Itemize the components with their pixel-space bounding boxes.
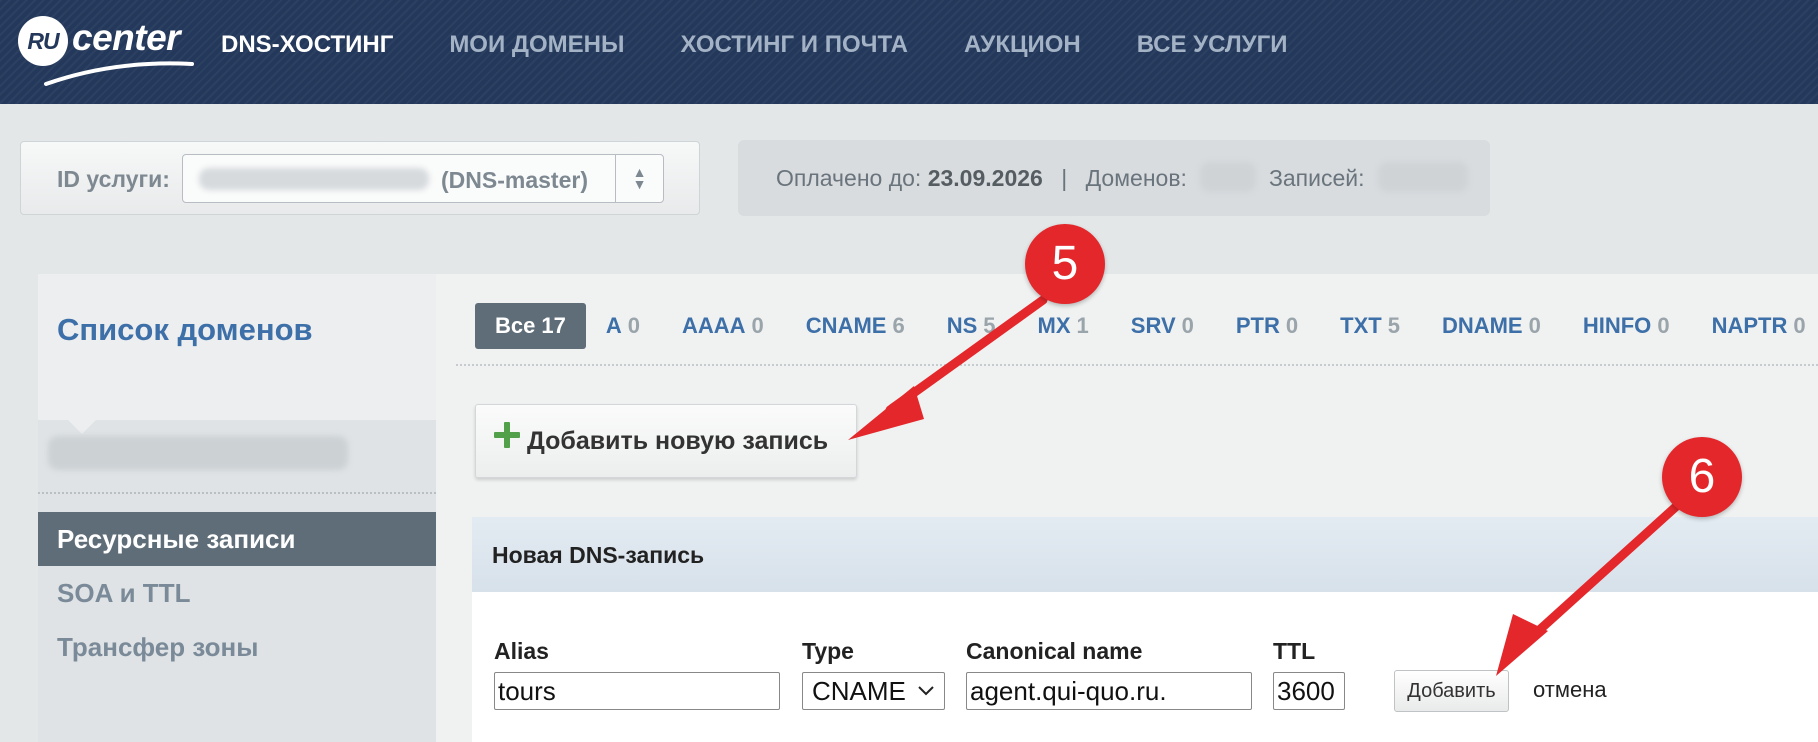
cancel-link[interactable]: отмена bbox=[1533, 677, 1607, 703]
redacted-records-count bbox=[1378, 162, 1468, 192]
domain-list-link[interactable]: Список доменов bbox=[57, 312, 313, 348]
filter-count: 0 bbox=[1528, 313, 1541, 338]
select-updown-icon: ▲ ▼ bbox=[615, 155, 663, 202]
filter-label: SRV bbox=[1130, 313, 1176, 338]
main-nav: DNS-ХОСТИНГ МОИ ДОМЕНЫ ХОСТИНГ И ПОЧТА А… bbox=[221, 0, 1343, 90]
redacted-service-id bbox=[199, 168, 429, 190]
service-info-panel: Оплачено до: 23.09.2026 | Доменов: Запис… bbox=[738, 140, 1490, 216]
filter-count: 0 bbox=[627, 313, 640, 338]
info-separator: | bbox=[1061, 165, 1068, 191]
filter-divider bbox=[456, 364, 1818, 366]
filter-label: MX bbox=[1037, 313, 1071, 338]
service-id-panel: ID услуги: (DNS-master) ▲ ▼ bbox=[20, 141, 700, 215]
type-select[interactable]: CNAME bbox=[802, 672, 945, 710]
service-info-text: Оплачено до: 23.09.2026 | Доменов: bbox=[776, 165, 1187, 192]
logo-center-text: center bbox=[72, 17, 181, 58]
filter-aaaa[interactable]: AAAA 0 bbox=[682, 313, 764, 339]
canonical-name-label: Canonical name bbox=[966, 638, 1143, 664]
logo-swoosh-icon bbox=[44, 61, 194, 86]
sidebar-divider bbox=[38, 492, 436, 494]
filter-count: 0 bbox=[751, 313, 764, 338]
canonical-name-input[interactable]: agent.qui-quo.ru. bbox=[966, 672, 1252, 710]
filter-label: HINFO bbox=[1582, 313, 1652, 338]
ru-center-logo[interactable]: RU center bbox=[18, 12, 196, 86]
filter-label: A bbox=[605, 313, 622, 338]
step-5-badge: 5 bbox=[1025, 224, 1105, 304]
records-count-text: Записей: bbox=[1269, 165, 1365, 192]
new-record-title: Новая DNS-запись bbox=[492, 542, 705, 568]
filter-count: 0 bbox=[1181, 313, 1194, 338]
filter-label: TXT bbox=[1340, 313, 1382, 338]
filter-count: 6 bbox=[892, 313, 905, 338]
filter-ptr[interactable]: PTR 0 bbox=[1236, 313, 1298, 339]
filter-srv[interactable]: SRV 0 bbox=[1131, 313, 1194, 339]
records-main-panel: Все 17 A0 AAAA 0 CNAME 6 NS 5 MX 1 SRV 0 PTR 0 … bbox=[436, 274, 1818, 742]
sidebar-pointer bbox=[68, 420, 96, 434]
alias-label: Alias bbox=[494, 638, 549, 664]
filter-count: 5 bbox=[983, 313, 996, 338]
filter-ns[interactable]: NS 5 bbox=[947, 313, 996, 339]
filter-label: NS bbox=[946, 313, 978, 338]
add-record-submit-button[interactable]: Добавить bbox=[1394, 670, 1509, 712]
nav-auction[interactable]: АУКЦИОН bbox=[964, 31, 1081, 59]
filter-count: 17 bbox=[541, 313, 566, 338]
filter-txt[interactable]: TXT 5 bbox=[1340, 313, 1400, 339]
filter-label: CNAME bbox=[805, 313, 887, 338]
service-id-label: ID услуги: bbox=[57, 166, 170, 192]
filter-cname[interactable]: CNAME 6 bbox=[806, 313, 905, 339]
new-record-header: Новая DNS-запись bbox=[472, 517, 1818, 592]
nav-dns-hosting[interactable]: DNS-ХОСТИНГ bbox=[221, 31, 393, 59]
record-type-filter-bar: Все 17 A0 AAAA 0 CNAME 6 NS 5 MX 1 SRV 0 PTR 0 … bbox=[475, 303, 1818, 349]
filter-naptr[interactable]: NAPTR 0 bbox=[1712, 313, 1806, 339]
filter-label: NAPTR bbox=[1711, 313, 1788, 338]
add-new-record-button[interactable]: Добавить новую запись bbox=[475, 404, 857, 478]
top-navigation-bar: RU center DNS-ХОСТИНГ МОИ ДОМЕНЫ ХОСТИНГ… bbox=[0, 0, 1818, 104]
ttl-input[interactable]: 3600 bbox=[1273, 672, 1345, 710]
service-id-select[interactable]: (DNS-master) ▲ ▼ bbox=[182, 154, 664, 203]
paid-until-label: Оплачено до: bbox=[776, 165, 922, 191]
type-select-value: CNAME bbox=[812, 676, 906, 706]
sidebar-item-zone-transfer[interactable]: Трансфер зоны bbox=[38, 620, 436, 674]
filter-dname[interactable]: DNAME 0 bbox=[1442, 313, 1541, 339]
filter-hinfo[interactable]: HINFO 0 bbox=[1583, 313, 1670, 339]
filter-count: 0 bbox=[1285, 313, 1299, 338]
filter-label: PTR bbox=[1235, 313, 1280, 338]
filter-mx[interactable]: MX 1 bbox=[1038, 313, 1089, 339]
redacted-domains-count bbox=[1200, 162, 1256, 192]
nav-my-domains[interactable]: МОИ ДОМЕНЫ bbox=[449, 31, 624, 59]
domains-count-label: Доменов: bbox=[1085, 165, 1187, 191]
filter-count: 0 bbox=[1657, 313, 1670, 338]
filter-all[interactable]: Все 17 bbox=[475, 303, 586, 349]
redacted-domain-name[interactable] bbox=[48, 436, 348, 470]
filter-count: 0 bbox=[1793, 313, 1806, 338]
filter-count: 1 bbox=[1076, 313, 1089, 338]
alias-input[interactable]: tours bbox=[494, 672, 780, 710]
sidebar-header: Список доменов bbox=[38, 274, 436, 420]
filter-count: 5 bbox=[1387, 313, 1400, 338]
sidebar-item-soa-ttl[interactable]: SOA и TTL bbox=[38, 566, 436, 620]
paid-until-date: 23.09.2026 bbox=[927, 165, 1043, 191]
records-count-label: Записей: bbox=[1269, 165, 1365, 191]
filter-label: Все bbox=[495, 313, 536, 338]
new-record-form: Alias tours Type CNAME Canonical name ag… bbox=[472, 592, 1818, 742]
ttl-label: TTL bbox=[1273, 638, 1316, 664]
service-plan-name: (DNS-master) bbox=[441, 167, 588, 193]
step-6-badge: 6 bbox=[1662, 437, 1742, 517]
filter-label: AAAA bbox=[681, 313, 746, 338]
filter-a[interactable]: A0 bbox=[606, 313, 640, 339]
add-new-record-label: Добавить новую запись bbox=[527, 427, 829, 455]
nav-hosting-mail[interactable]: ХОСТИНГ И ПОЧТА bbox=[680, 31, 907, 59]
domain-sidebar: Список доменов Ресурсные записи SOA и TT… bbox=[38, 274, 436, 742]
plus-icon bbox=[494, 422, 520, 448]
nav-all-services[interactable]: ВСЕ УСЛУГИ bbox=[1137, 31, 1288, 59]
chevron-down-icon bbox=[918, 686, 934, 696]
sidebar-item-resource-records[interactable]: Ресурсные записи bbox=[38, 512, 436, 566]
type-label: Type bbox=[802, 638, 854, 664]
filter-label: DNAME bbox=[1441, 313, 1523, 338]
